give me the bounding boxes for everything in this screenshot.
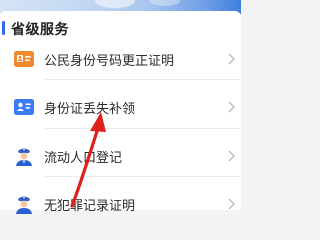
- service-item-label: 无犯罪记录证明: [44, 199, 136, 214]
- chevron-right-icon: [228, 150, 235, 162]
- service-item-label: 流动人口登记: [44, 151, 123, 166]
- service-item-id-card-replacement[interactable]: 身份证丢失补领: [0, 87, 241, 127]
- id-badge-icon: [14, 99, 34, 115]
- section-title: 省级服务: [11, 22, 69, 38]
- chevron-right-icon: [228, 53, 235, 65]
- chevron-right-icon: [228, 101, 235, 113]
- service-item-label: 身份证丢失补领: [44, 102, 136, 117]
- id-card-icon: [14, 51, 34, 67]
- divider: [44, 176, 241, 177]
- divider: [44, 128, 241, 129]
- divider: [44, 79, 241, 80]
- section-header: 省级服务: [0, 17, 241, 39]
- service-item-label: 公民身份号码更正证明: [44, 54, 175, 69]
- police-officer-icon: [16, 148, 32, 166]
- police-officer-icon: [16, 196, 32, 214]
- service-item-floating-population[interactable]: 流动人口登记: [0, 136, 241, 176]
- section-accent-bar: [2, 21, 5, 35]
- service-card: 省级服务 公民身份号码更正证明 身份证丢失补领 流动人口登记 无犯罪记录证明: [0, 11, 241, 214]
- chevron-right-icon: [228, 198, 235, 210]
- service-item-id-number-correction[interactable]: 公民身份号码更正证明: [0, 39, 241, 79]
- service-item-no-criminal-record[interactable]: 无犯罪记录证明: [0, 184, 241, 224]
